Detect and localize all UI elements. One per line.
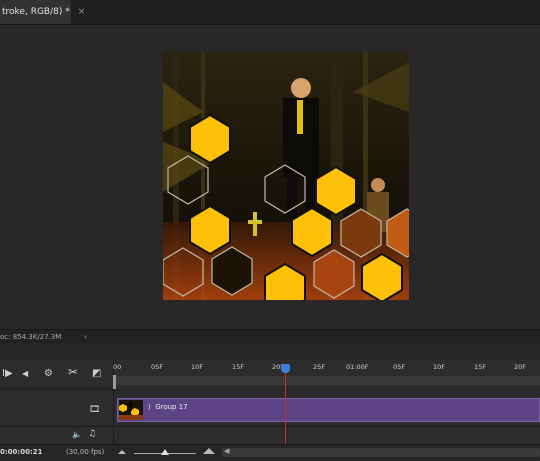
- audio-note-icon[interactable]: ♫: [88, 429, 96, 439]
- clip-label: ⟩ Group 17: [148, 403, 188, 411]
- ruler-label: 25F: [313, 363, 326, 371]
- ruler-label: 10F: [433, 363, 446, 371]
- audio-volume-icon[interactable]: 🔈: [72, 430, 82, 439]
- zoom-out-mountain-icon[interactable]: [118, 450, 126, 454]
- clip-expand-chevron-icon[interactable]: ⟩: [148, 403, 151, 411]
- time-ruler[interactable]: 00 05F 10F 15F 20F 25F 01:00F 05F 10F 15…: [113, 360, 540, 375]
- zoom-slider-knob[interactable]: [161, 449, 169, 455]
- document-tab-bar: troke, RGB/8) * ×: [0, 0, 540, 25]
- timeline-controls: I▶ ◀ ⚙ ✂ ◩: [0, 360, 113, 389]
- status-bar: oc: 854.3K/27.3M ›: [0, 329, 540, 343]
- work-area-bar[interactable]: [116, 376, 540, 385]
- clip-name: Group 17: [155, 403, 188, 411]
- split-scissors-icon[interactable]: ✂: [68, 366, 78, 378]
- artwork: [163, 52, 409, 300]
- track-divider: [0, 426, 540, 427]
- clip-thumbnail: [119, 400, 143, 420]
- ruler-label: 05F: [393, 363, 406, 371]
- settings-icon[interactable]: ⚙: [44, 368, 53, 380]
- current-timecode: 0:00:00:21: [0, 448, 43, 456]
- ruler-label: 01:00F: [346, 363, 369, 371]
- status-menu-chevron-icon[interactable]: ›: [84, 333, 87, 341]
- document-canvas[interactable]: [163, 52, 409, 300]
- timeline-footer: 0:00:00:21 (30,00 fps) ◀: [0, 444, 540, 461]
- panel-divider: [0, 343, 540, 361]
- document-tab-title: troke, RGB/8) *: [2, 7, 70, 17]
- track-divider: [0, 390, 540, 391]
- ruler-label: 20F: [514, 363, 527, 371]
- playhead-handle[interactable]: [281, 364, 290, 373]
- playhead-line[interactable]: [285, 370, 286, 444]
- figure-head: [371, 178, 385, 192]
- ruler-label: 05F: [151, 363, 164, 371]
- document-size-info: oc: 854.3K/27.3M: [0, 332, 62, 341]
- clip-thumbnail-image: [119, 400, 143, 420]
- timeline-clip-group-17[interactable]: ⟩ Group 17: [117, 398, 540, 422]
- transition-icon[interactable]: ◩: [92, 368, 101, 380]
- ruler-label: 15F: [474, 363, 487, 371]
- scroll-left-icon[interactable]: ◀: [224, 447, 229, 455]
- close-icon[interactable]: ×: [78, 7, 86, 17]
- person-head: [291, 78, 311, 98]
- timeline-panel: I▶ ◀ ⚙ ✂ ◩ 00 05F 10F 15F 20F 25F 01:00F…: [0, 360, 540, 461]
- previous-frame-icon[interactable]: ◀: [22, 368, 28, 380]
- ruler-label: 00: [113, 363, 122, 371]
- frame-rate: (30,00 fps): [66, 448, 105, 456]
- ruler-label: 15F: [232, 363, 245, 371]
- document-tab[interactable]: troke, RGB/8) * ×: [0, 0, 85, 24]
- person-tie: [297, 100, 303, 134]
- grave-cross: [248, 220, 262, 224]
- zoom-in-mountain-icon[interactable]: [203, 448, 215, 454]
- video-track-icon[interactable]: 🎞: [89, 405, 100, 415]
- play-icon[interactable]: I▶: [2, 368, 13, 380]
- timeline-horizontal-scrollbar[interactable]: [222, 448, 540, 457]
- ruler-label: 10F: [191, 363, 204, 371]
- person-leg: [287, 178, 297, 218]
